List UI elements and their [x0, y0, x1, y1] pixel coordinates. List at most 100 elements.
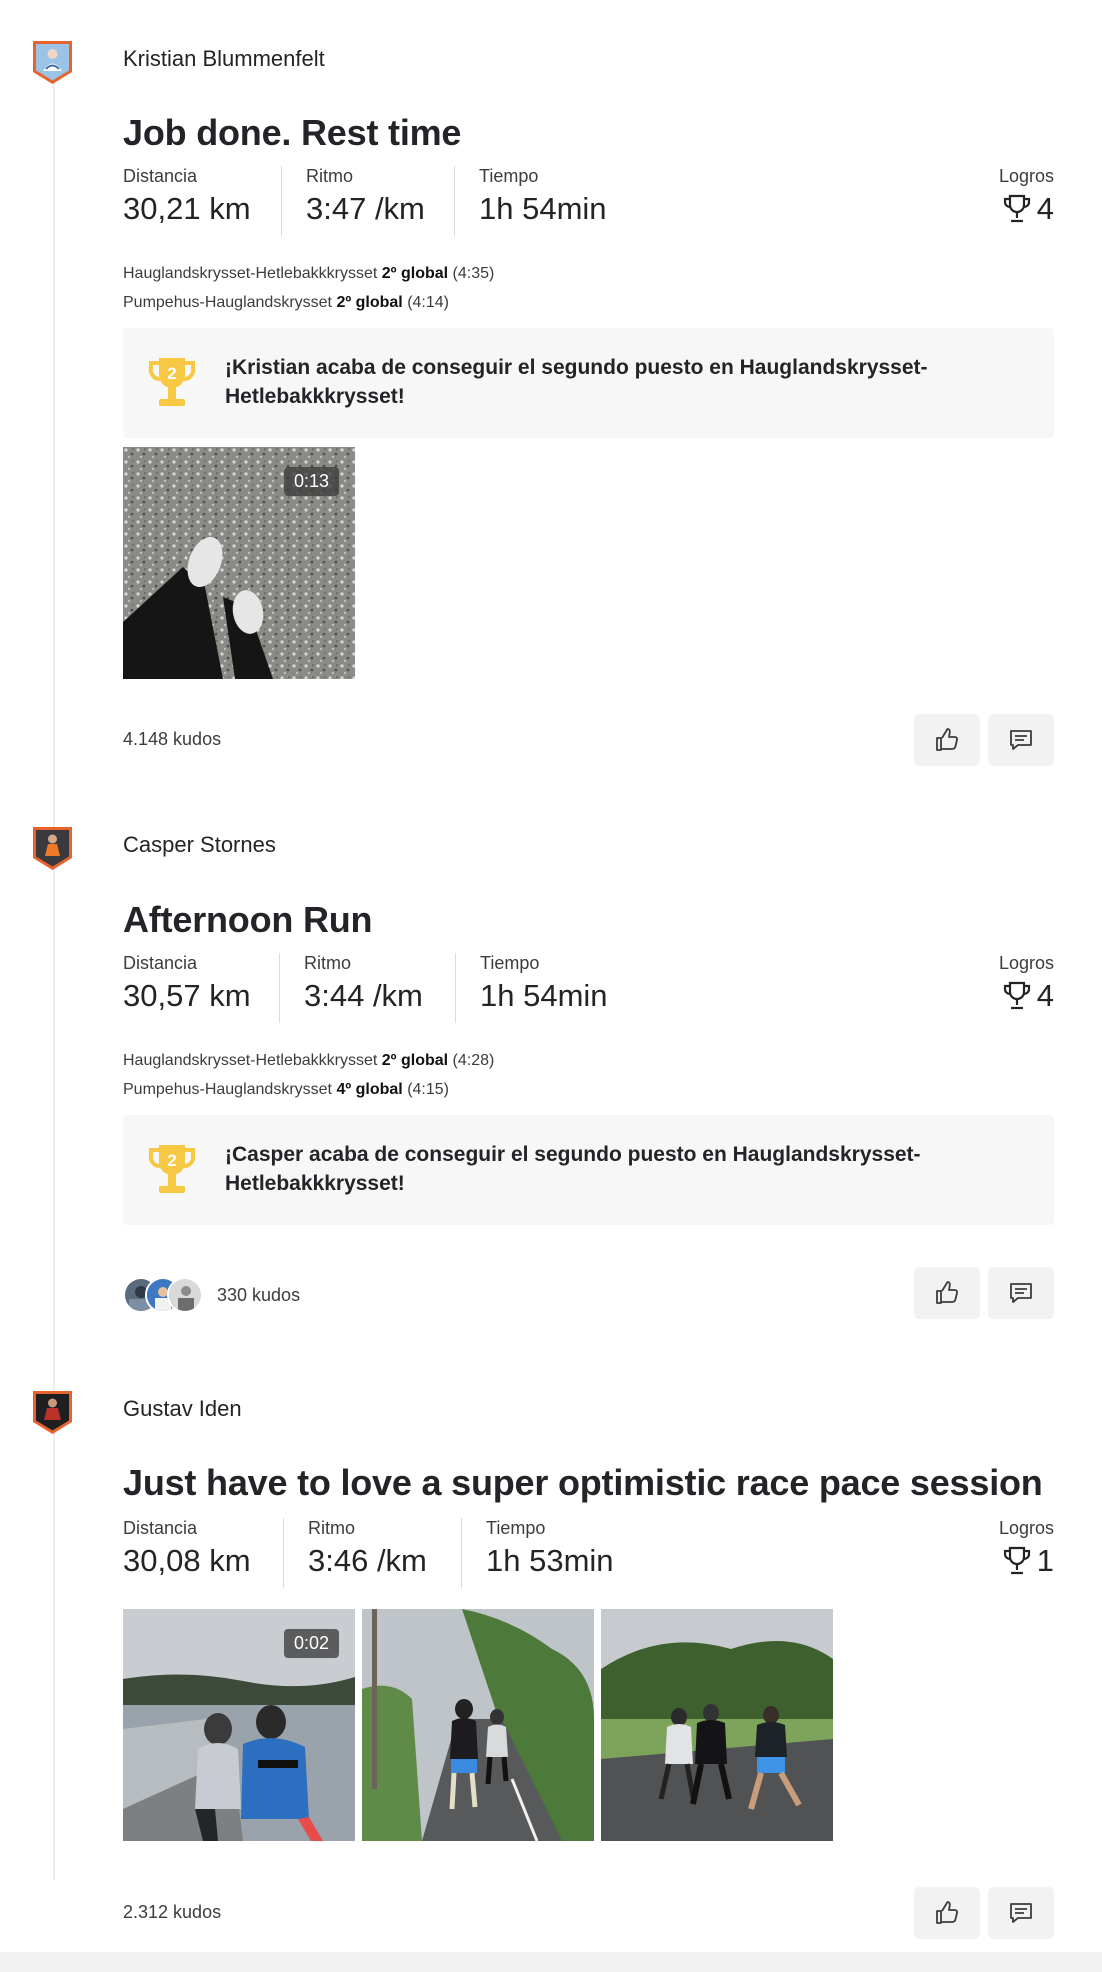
kudos-text: 330 kudos: [217, 1284, 301, 1305]
stat-time: Tiempo 1h 54min: [454, 166, 607, 236]
avatar: [167, 1277, 203, 1313]
stat-value: 1h 54min: [480, 978, 608, 1013]
stat-value: 3:47 /km: [306, 191, 425, 226]
athlete-avatar[interactable]: [30, 1388, 75, 1436]
stat-time: Tiempo 1h 54min: [455, 953, 608, 1023]
achievements-count: 1: [999, 1543, 1054, 1579]
activity-actions: [914, 1267, 1054, 1319]
comment-icon: [1010, 730, 1032, 750]
stat-pace: Ritmo 3:46 /km: [283, 1518, 427, 1588]
activity-feed: Kristian Blummenfelt Job done. Rest time…: [0, 0, 1102, 1972]
stat-value: 1h 54min: [479, 191, 607, 226]
segment-name: Hauglandskrysset-Hetlebakkkrysset: [123, 265, 378, 282]
trophy-icon: [1003, 194, 1030, 223]
segment-rank: 2º global: [381, 1052, 449, 1069]
achievements-count: 4: [999, 978, 1054, 1014]
achievement-banner: 2 ¡Kristian acaba de conseguir el segund…: [123, 328, 1054, 438]
stat-label: Ritmo: [308, 1518, 356, 1538]
activity-card: Casper Stornes Afternoon Run Distancia 3…: [0, 787, 1102, 1347]
thumbs-up-icon: [936, 1281, 958, 1304]
photo-thumbnail[interactable]: [362, 1609, 594, 1841]
svg-text:2: 2: [167, 1151, 176, 1170]
stat-label: Tiempo: [480, 953, 540, 973]
stat-pace: Ritmo 3:47 /km: [281, 166, 425, 236]
segment-effort[interactable]: Pumpehus-Hauglandskrysset 2º global (4:1…: [123, 288, 494, 317]
segment-rank: 2º global: [381, 265, 449, 282]
activity-title[interactable]: Just have to love a super optimistic rac…: [123, 1462, 1043, 1504]
comment-icon: [1010, 1903, 1032, 1923]
svg-text:2: 2: [167, 364, 176, 383]
video-thumbnail[interactable]: 0:13: [123, 447, 355, 679]
segment-efforts: Hauglandskrysset-Hetlebakkkrysset 2º glo…: [123, 1046, 494, 1104]
activity-stats: Distancia 30,21 km Ritmo 3:47 /km Tiempo…: [123, 166, 1054, 236]
activity-actions: [914, 1887, 1054, 1939]
kudo-button[interactable]: [914, 1267, 980, 1319]
athlete-name[interactable]: Casper Stornes: [123, 832, 276, 858]
stat-distance: Distancia 30,57 km: [123, 953, 251, 1023]
comment-button[interactable]: [988, 1887, 1054, 1939]
segment-time: (4:14): [407, 294, 449, 311]
photo-thumbnail[interactable]: [601, 1609, 833, 1841]
thumbs-up-icon: [936, 728, 958, 751]
activity-media: 0:02: [123, 1609, 833, 1841]
video-duration-badge: 0:13: [283, 467, 339, 496]
achievements-count-value: 4: [1036, 191, 1054, 226]
segment-effort[interactable]: Pumpehus-Hauglandskrysset 4º global (4:1…: [123, 1075, 494, 1104]
video-thumbnail[interactable]: 0:02: [123, 1609, 355, 1841]
achievement-text: ¡Casper acaba de conseguir el segundo pu…: [225, 1143, 921, 1195]
segment-rank: 4º global: [336, 1081, 403, 1098]
activity-card: Kristian Blummenfelt Job done. Rest time…: [0, 0, 1102, 780]
segment-effort[interactable]: Hauglandskrysset-Hetlebakkkrysset 2º glo…: [123, 1046, 494, 1075]
activity-title[interactable]: Afternoon Run: [123, 899, 373, 941]
athlete-avatar[interactable]: [30, 824, 75, 872]
kudos-count[interactable]: 330 kudos: [123, 1277, 300, 1313]
stat-value: 30,57 km: [123, 978, 251, 1013]
stat-label: Distancia: [123, 953, 198, 973]
achievements-count-value: 1: [1036, 1543, 1054, 1578]
stat-value: 1h 53min: [486, 1543, 614, 1578]
trophy-icon: [1003, 1546, 1030, 1575]
segment-efforts: Hauglandskrysset-Hetlebakkkrysset 2º glo…: [123, 259, 494, 317]
segment-effort[interactable]: Hauglandskrysset-Hetlebakkkrysset 2º glo…: [123, 259, 494, 288]
activity-card: Gustav Iden Just have to love a super op…: [0, 1350, 1102, 1952]
trophy-2nd-place-icon: 2: [147, 355, 197, 411]
kudos-count[interactable]: 2.312 kudos: [123, 1902, 221, 1923]
athlete-avatar[interactable]: [30, 38, 75, 86]
comment-button[interactable]: [988, 714, 1054, 766]
stat-value: 3:44 /km: [304, 978, 423, 1013]
kudo-avatars: [123, 1277, 203, 1313]
trophy-2nd-place-icon: 2: [147, 1142, 197, 1198]
thumbs-up-icon: [936, 1901, 958, 1924]
achievement-text: ¡Kristian acaba de conseguir el segundo …: [225, 356, 928, 408]
stat-label: Tiempo: [486, 1518, 546, 1538]
activity-title[interactable]: Job done. Rest time: [123, 112, 461, 154]
stat-pace: Ritmo 3:44 /km: [279, 953, 423, 1023]
stat-label: Logros: [998, 953, 1054, 973]
kudo-button[interactable]: [914, 1887, 980, 1939]
segment-time: (4:35): [452, 265, 495, 282]
segment-rank: 2º global: [336, 294, 403, 311]
feed-bottom-divider: [0, 1952, 1102, 1972]
kudo-button[interactable]: [914, 714, 980, 766]
stat-label: Ritmo: [304, 953, 352, 973]
comment-button[interactable]: [988, 1267, 1054, 1319]
video-duration-badge: 0:02: [283, 1629, 339, 1658]
athlete-name[interactable]: Kristian Blummenfelt: [123, 46, 325, 72]
stat-value: 30,21 km: [123, 191, 251, 226]
stat-label: Distancia: [123, 166, 198, 186]
segment-name: Pumpehus-Hauglandskrysset: [123, 294, 332, 311]
segment-name: Hauglandskrysset-Hetlebakkkrysset: [123, 1052, 378, 1069]
achievements-count: 4: [999, 191, 1054, 227]
stat-label: Tiempo: [479, 166, 539, 186]
kudos-count[interactable]: 4.148 kudos: [123, 729, 221, 750]
segment-name: Pumpehus-Hauglandskrysset: [123, 1081, 332, 1098]
stat-value: 30,08 km: [123, 1543, 251, 1578]
trophy-icon: [1003, 981, 1030, 1010]
athlete-name[interactable]: Gustav Iden: [123, 1396, 242, 1422]
stat-label: Logros: [998, 1518, 1054, 1538]
stat-achievements: Logros 4: [999, 953, 1054, 1014]
achievements-count-value: 4: [1036, 978, 1054, 1013]
kudos-text: 2.312 kudos: [123, 1902, 222, 1922]
stat-achievements: Logros 4: [999, 166, 1054, 227]
stat-distance: Distancia 30,21 km: [123, 166, 251, 236]
